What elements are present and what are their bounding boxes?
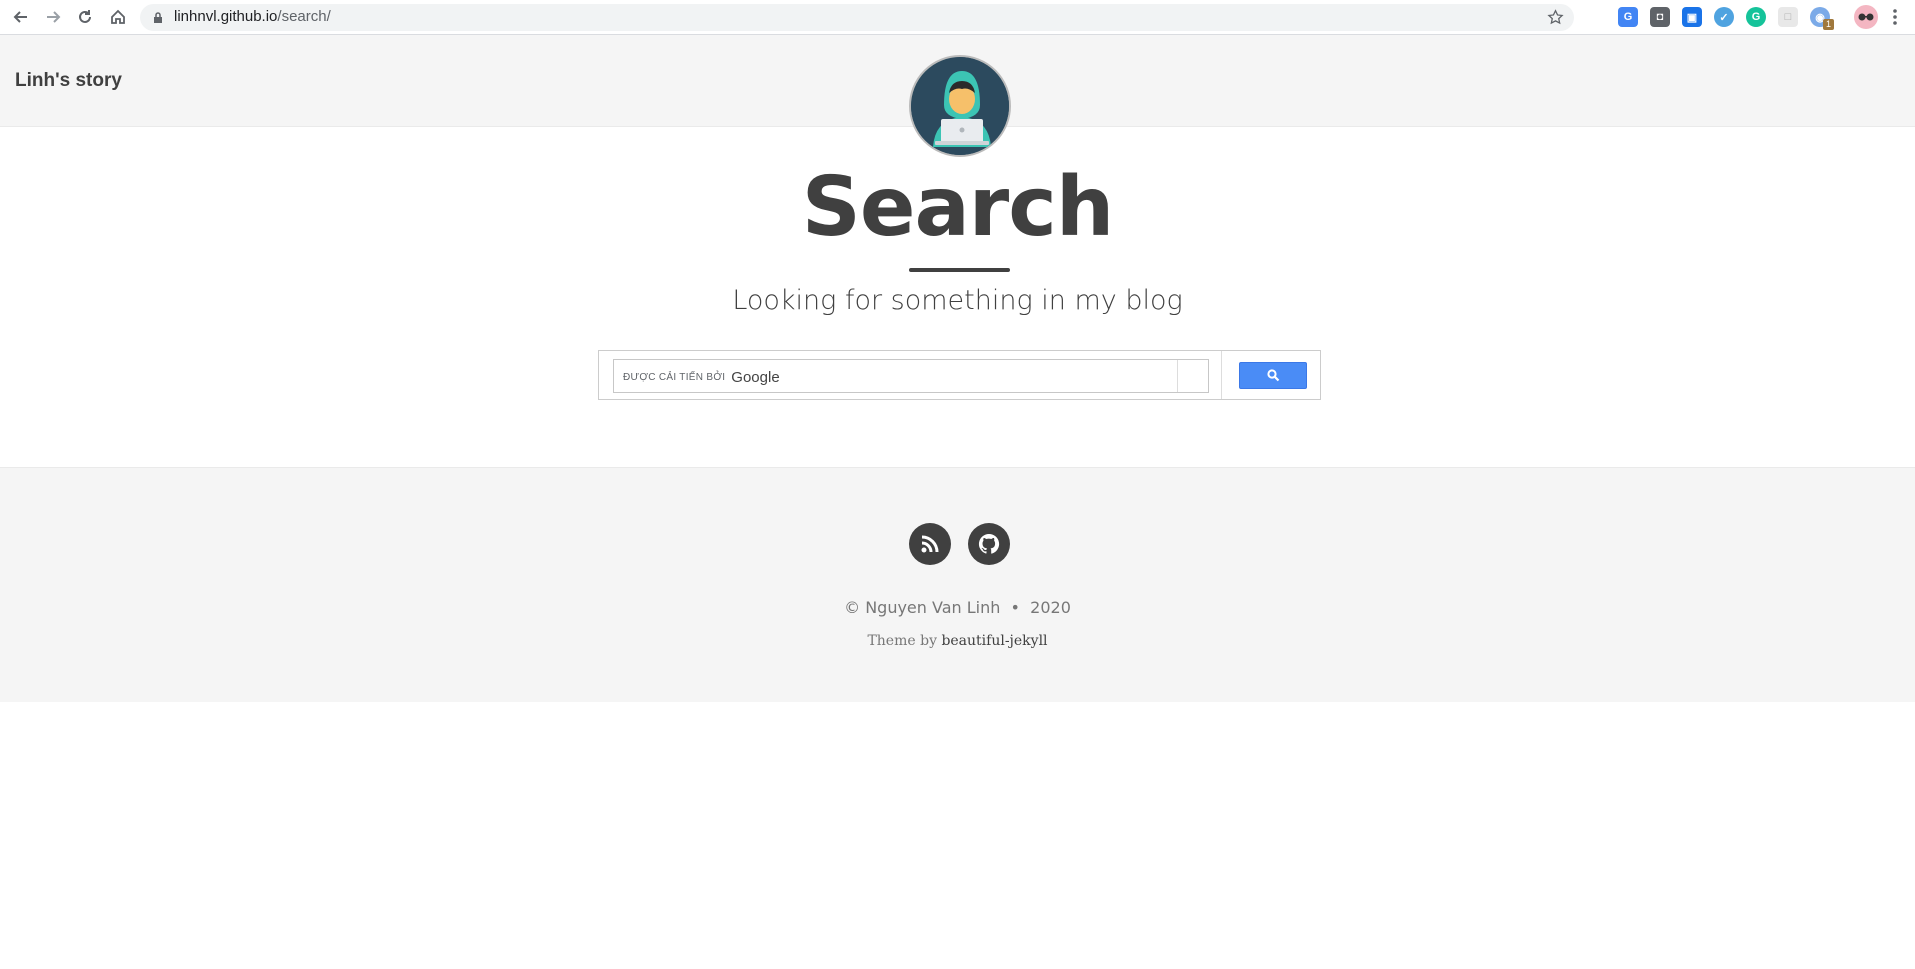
search-clear-area[interactable] [1177, 360, 1208, 392]
check-extension-icon[interactable]: ✓ [1714, 7, 1734, 27]
rss-icon [921, 535, 939, 553]
theme-link[interactable]: beautiful-jekyll [941, 633, 1047, 649]
pocket-extension-icon[interactable]: ▣ [1682, 7, 1702, 27]
hacker-avatar-icon [911, 57, 1009, 155]
github-icon [978, 533, 1000, 554]
github-link[interactable] [968, 523, 1010, 565]
site-brand[interactable]: Linh's story [15, 70, 122, 92]
avatar[interactable] [909, 55, 1011, 157]
copyright-name: © Nguyen Van Linh [844, 598, 1001, 617]
forward-arrow-icon [47, 11, 61, 23]
search-watermark: ĐƯỢC CẢI TIẾN BỞI Google [623, 369, 780, 386]
url-path: /search/ [277, 8, 331, 25]
search-icon [1266, 369, 1279, 382]
forward-button[interactable] [41, 6, 65, 28]
browser-toolbar: linhnvl.github.io/search/ G ◘ ▣ ✓ G □ ◉ … [0, 0, 1915, 35]
grammarly-extension-icon[interactable]: G [1746, 7, 1766, 27]
glasses-icon [1858, 13, 1874, 21]
menu-kebab-icon[interactable] [1893, 8, 1897, 26]
google-search-box: ĐƯỢC CẢI TIẾN BỞI Google [598, 350, 1321, 400]
theme-credit: Theme by beautiful-jekyll [0, 633, 1915, 649]
home-button[interactable] [106, 6, 130, 28]
extension-icon[interactable]: ◘ [1650, 7, 1670, 27]
google-label: Google [731, 369, 780, 386]
profile-avatar[interactable] [1854, 5, 1878, 29]
bookmark-star-icon[interactable] [1547, 9, 1564, 26]
address-bar[interactable] [140, 4, 1574, 31]
lock-icon [154, 12, 162, 23]
url-host: linhnvl.github.io [174, 8, 278, 25]
url-text: linhnvl.github.io/search/ [174, 8, 331, 25]
enhanced-by-label: ĐƯỢC CẢI TIẾN BỞI [623, 372, 726, 383]
back-arrow-icon [13, 11, 27, 23]
site-footer: © Nguyen Van Linh • 2020 Theme by beauti… [0, 467, 1915, 702]
rss-link[interactable] [909, 523, 951, 565]
title-divider [909, 268, 1010, 272]
search-button[interactable] [1239, 362, 1307, 389]
reload-button[interactable] [73, 6, 97, 28]
copyright-year: 2020 [1030, 598, 1071, 617]
page-subtitle: Looking for something in my blog [732, 285, 1183, 316]
reload-icon [79, 10, 91, 23]
extension-badge: 1 [1823, 19, 1834, 30]
copyright-separator: • [1010, 598, 1020, 617]
search-input[interactable]: ĐƯỢC CẢI TIẾN BỞI Google [613, 359, 1209, 393]
back-button[interactable] [9, 6, 33, 28]
theme-prefix: Theme by [867, 633, 937, 649]
blank-extension-icon[interactable]: □ [1778, 7, 1798, 27]
page-title: Search [801, 160, 1114, 255]
home-icon [111, 9, 125, 24]
translate-extension-icon[interactable]: G [1618, 7, 1638, 27]
copyright-text: © Nguyen Van Linh • 2020 [0, 598, 1915, 617]
search-separator [1221, 351, 1222, 399]
